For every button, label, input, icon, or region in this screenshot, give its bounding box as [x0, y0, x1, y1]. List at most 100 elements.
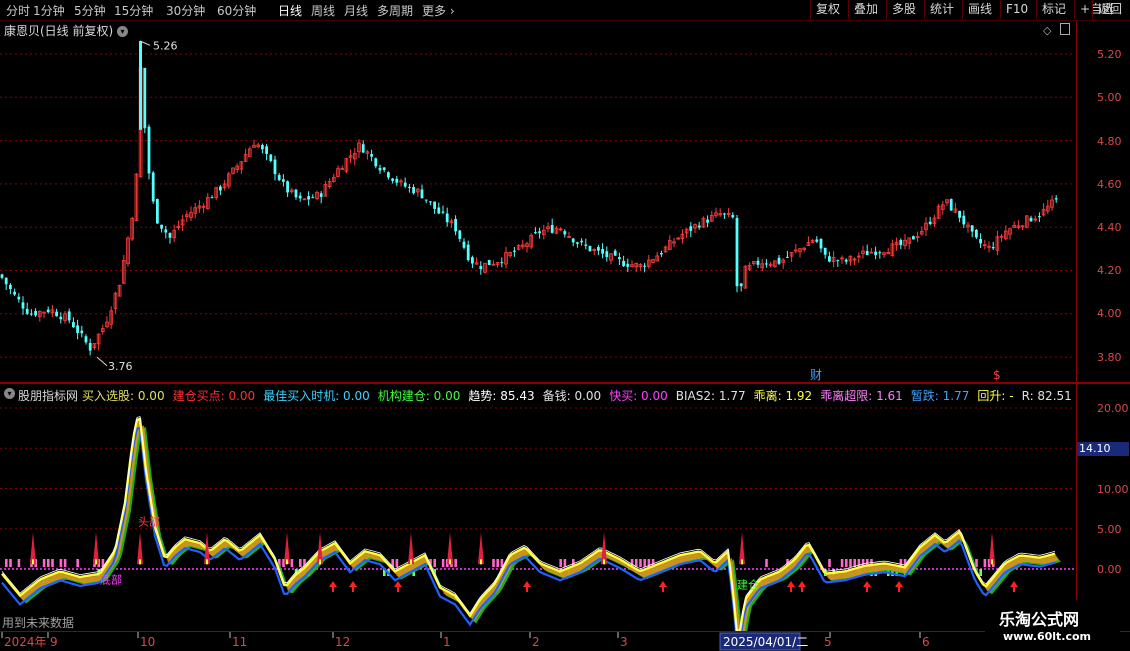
candle-body	[454, 218, 457, 232]
buy-arrow-icon	[394, 581, 402, 587]
period-tab-60min[interactable]: 60分钟	[217, 2, 256, 19]
indicator-values: 买入选股: 0.00 建仓买点: 0.00 最佳买入时机: 0.00 机构建仓: 0.…	[82, 387, 1076, 404]
restore-rights-button[interactable]: 复权	[810, 0, 848, 19]
indicator-value-item: 乖离: 1.92	[754, 389, 813, 403]
indicator-value: 1.61	[872, 389, 903, 403]
buy-arrow-stem	[526, 587, 528, 592]
indicator-name[interactable]: 股朋指标网	[18, 387, 78, 404]
top-signal-flag	[408, 531, 414, 565]
top-signal-flag	[478, 531, 484, 565]
period-tab-daily[interactable]: 日线	[278, 2, 302, 19]
candle-body	[756, 260, 760, 265]
mark-button[interactable]: 标记	[1036, 0, 1074, 19]
histogram-bar	[47, 559, 50, 567]
candle-body	[340, 168, 344, 170]
top-signal-core	[319, 559, 321, 565]
candle-body	[412, 186, 415, 194]
indicator-label: 备钱:	[542, 389, 571, 403]
candle-body	[210, 197, 214, 199]
histogram-bar	[828, 559, 831, 567]
indicator-label: 乖离:	[753, 389, 782, 403]
indicator-label: BIAS2:	[675, 389, 716, 403]
time-label: 6	[922, 635, 930, 649]
candle-body	[462, 241, 466, 248]
price-tick: 4.40	[1097, 221, 1122, 234]
indicator-value: 1.92	[781, 389, 813, 403]
buy-arrow-stem	[790, 587, 792, 592]
indicator-value-item: 最佳买入时机: 0.00	[263, 389, 370, 403]
trend-band-orange	[2, 419, 1059, 631]
candle-body	[370, 154, 373, 157]
candle-body	[164, 229, 168, 233]
overlay-button[interactable]: 叠加	[848, 0, 886, 19]
period-tab-realtime[interactable]: 分时	[6, 2, 30, 19]
indicator-value: 0.00	[339, 389, 370, 403]
candle-body	[374, 158, 378, 167]
period-tab-multi[interactable]: 多周期	[377, 2, 413, 19]
indicator-value: 0.00	[570, 389, 602, 403]
time-label: 3	[620, 635, 628, 649]
draw-line-button[interactable]: 画线	[962, 0, 1000, 19]
favorite-add-button[interactable]: +自选	[1074, 0, 1114, 19]
candle-body	[307, 196, 310, 200]
candle-body	[697, 225, 701, 228]
indicator-value: 1.77	[938, 389, 970, 403]
candle-body	[219, 186, 222, 191]
price-tick: 5.00	[1097, 91, 1122, 104]
back-button[interactable]: 返回	[1092, 0, 1130, 19]
candle-body	[949, 199, 953, 211]
period-tab-5min[interactable]: 5分钟	[74, 2, 106, 19]
settings-dropdown-icon[interactable]: ▾	[117, 26, 129, 37]
candle-body	[865, 250, 869, 256]
indicator-menu-icon[interactable]: ▾	[4, 388, 15, 399]
buy-arrow-icon	[523, 581, 531, 587]
candle-body	[618, 257, 621, 260]
histogram-bar	[9, 559, 12, 567]
candle-body	[823, 247, 827, 255]
candle-body	[30, 313, 33, 315]
dividend-marker: $	[993, 368, 1001, 382]
diamond-icon[interactable]: ◇	[1043, 24, 1051, 37]
price-axis: 5.20 5.00 4.80 4.60 4.40 4.20 4.00 3.80	[1076, 21, 1130, 382]
histogram-bar	[63, 559, 67, 567]
indicator-panel[interactable]: 头部 底部 建仓	[0, 403, 1075, 631]
period-tab-1min[interactable]: 1分钟	[33, 2, 65, 19]
period-tab-15min[interactable]: 15分钟	[114, 2, 153, 19]
panel-divider[interactable]	[0, 382, 1130, 384]
f10-button[interactable]: F10	[1000, 0, 1036, 19]
period-tab-weekly[interactable]: 周线	[311, 2, 335, 19]
indicator-chart: 头部底部 建仓	[0, 407, 1075, 631]
candle-body	[991, 247, 995, 249]
multi-stock-button[interactable]: 多股	[886, 0, 924, 19]
kline-panel[interactable]: 5.26 3.76 财 $	[0, 21, 1075, 382]
buy-arrow-stem	[352, 587, 354, 592]
watermark-url: www.60lt.com	[1003, 630, 1092, 643]
indicator-value-item: 备钱: 0.00	[543, 389, 602, 403]
time-label: 11	[232, 635, 247, 649]
indicator-value-item: 乖离超限: 1.61	[820, 389, 903, 403]
candle-body	[25, 308, 29, 314]
histogram-bar	[979, 569, 982, 576]
statistics-button[interactable]: 统计	[924, 0, 962, 19]
period-tab-monthly[interactable]: 月线	[344, 2, 368, 19]
candle-body	[282, 179, 285, 182]
buy-arrow-icon	[659, 581, 667, 587]
candle-body	[311, 197, 315, 199]
top-signal-core	[991, 559, 993, 565]
indicator-label: 买入选股:	[82, 389, 135, 403]
time-label: 12	[335, 635, 350, 649]
period-tab-more[interactable]: 更多 ›	[422, 2, 455, 19]
candle-body	[479, 265, 483, 270]
candle-body	[433, 201, 436, 209]
watermark: 乐淘公式网 www.60lt.com	[985, 600, 1120, 645]
period-tab-30min[interactable]: 30分钟	[166, 2, 205, 19]
histogram-bar	[17, 559, 21, 567]
candle-body	[294, 189, 298, 198]
candle-body	[21, 302, 25, 309]
panel-toggle-icon[interactable]	[1060, 23, 1070, 35]
candle-body	[844, 259, 848, 262]
time-axis[interactable]: 2024年 9 10 11 12 1 2 3 5 6 2025/04/01/二	[0, 631, 1130, 651]
candle-body	[819, 238, 823, 249]
candle-body	[576, 242, 579, 244]
candle-body	[466, 244, 470, 261]
